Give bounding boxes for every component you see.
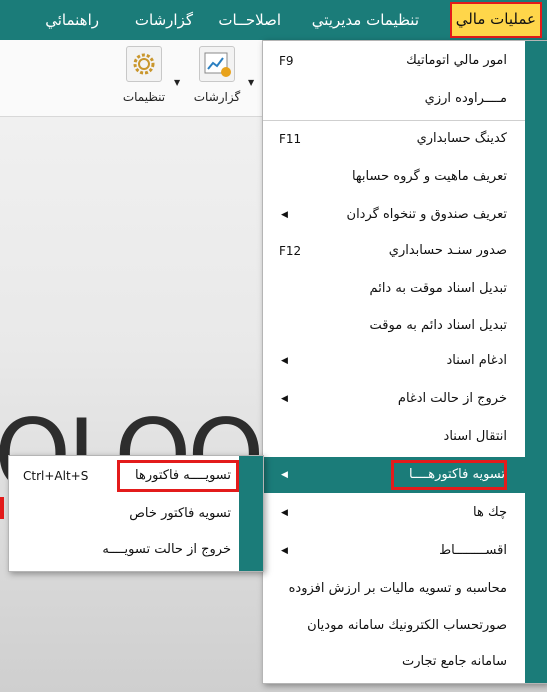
financial-operations-dropdown: امور مالي اتوماتيك F9 مــــراوده ارزي كد… (262, 40, 547, 684)
submenu-arrow-icon: ◀ (281, 394, 288, 404)
menu-reports[interactable]: گزارشات (135, 0, 193, 40)
menu-help[interactable]: راهنمائي (45, 0, 99, 40)
menu-item-account-groups[interactable]: تعريف ماهيت و گروه حسابها (263, 159, 525, 195)
menu-item-trade-system[interactable]: سامانه جامع تجارت (263, 644, 525, 680)
menu-financial-operations[interactable]: عمليات مالي (449, 2, 542, 38)
settle-invoices-submenu: تسويــــه فاكتورها Ctrl+Alt+S تسويه فاكت… (8, 455, 264, 572)
menu-item-installments[interactable]: اقســــــــاط ◀ (263, 533, 525, 569)
menu-item-accounting-coding[interactable]: كدينگ حسابداري F11 (263, 121, 525, 157)
submenu-arrow-icon: ◀ (281, 356, 288, 366)
menu-item-merge-documents[interactable]: ادغام اسناد ◀ (263, 343, 525, 379)
reports-button[interactable]: گزارشات (186, 46, 248, 104)
menu-management-settings[interactable]: تنظيمات مديريتي (312, 0, 419, 40)
highlight-box (391, 460, 507, 490)
menu-item-settle-invoices[interactable]: تسويه فاكتورهــــا ◀ (263, 457, 547, 493)
menu-item-transfer-documents[interactable]: انتقال اسناد (263, 419, 525, 455)
highlight-box (117, 460, 239, 492)
menu-item-vat-settlement[interactable]: محاسبه و تسويه ماليات بر ارزش افزوده (263, 571, 525, 607)
menu-item-auto-financial[interactable]: امور مالي اتوماتيك F9 (263, 43, 525, 79)
menu-item-cheques[interactable]: چك ها ◀ (263, 495, 525, 531)
settings-button[interactable]: تنظيمات (114, 46, 174, 104)
submenu-arrow-icon: ◀ (281, 470, 288, 480)
menu-corrections[interactable]: اصلاحــات (218, 0, 281, 40)
submenu-side-strip (239, 456, 263, 571)
settings-label: تنظيمات (122, 90, 166, 104)
submenu-item-settle-invoices[interactable]: تسويــــه فاكتورها Ctrl+Alt+S (9, 458, 239, 494)
reports-label: گزارشات (193, 90, 241, 104)
reports-caret-icon[interactable]: ▼ (248, 78, 254, 87)
menu-item-permanent-to-temp[interactable]: تبديل اسناد دائم به موقت (263, 308, 525, 344)
menu-item-currency-exchange[interactable]: مــــراوده ارزي (263, 81, 525, 117)
menu-item-e-invoice-system[interactable]: صورتحساب الكترونيك سامانه موديان (263, 608, 525, 644)
submenu-item-exit-settlement[interactable]: خروج از حالت تسويــــه (9, 532, 239, 568)
submenu-item-settle-specific-invoice[interactable]: تسويه فاكتور خاص (9, 496, 239, 532)
menu-item-issue-voucher[interactable]: صدور سنـد حسابداري F12 (263, 233, 525, 269)
settings-caret-icon[interactable]: ▼ (174, 78, 180, 87)
menubar: عمليات مالي تنظيمات مديريتي اصلاحــات گز… (0, 0, 547, 40)
menu-item-temp-to-permanent[interactable]: تبديل اسناد موقت به دائم (263, 271, 525, 307)
report-chart-icon (199, 46, 235, 82)
submenu-arrow-icon: ◀ (281, 546, 288, 556)
gear-icon (126, 46, 162, 82)
menu-item-cash-fund[interactable]: تعريف صندوق و تنخواه گردان ◀ (263, 197, 525, 233)
menu-side-strip (525, 41, 547, 683)
submenu-arrow-icon: ◀ (281, 210, 288, 220)
menu-item-exit-merge[interactable]: خروج از حالت ادغام ◀ (263, 381, 525, 417)
submenu-arrow-icon: ◀ (281, 508, 288, 518)
